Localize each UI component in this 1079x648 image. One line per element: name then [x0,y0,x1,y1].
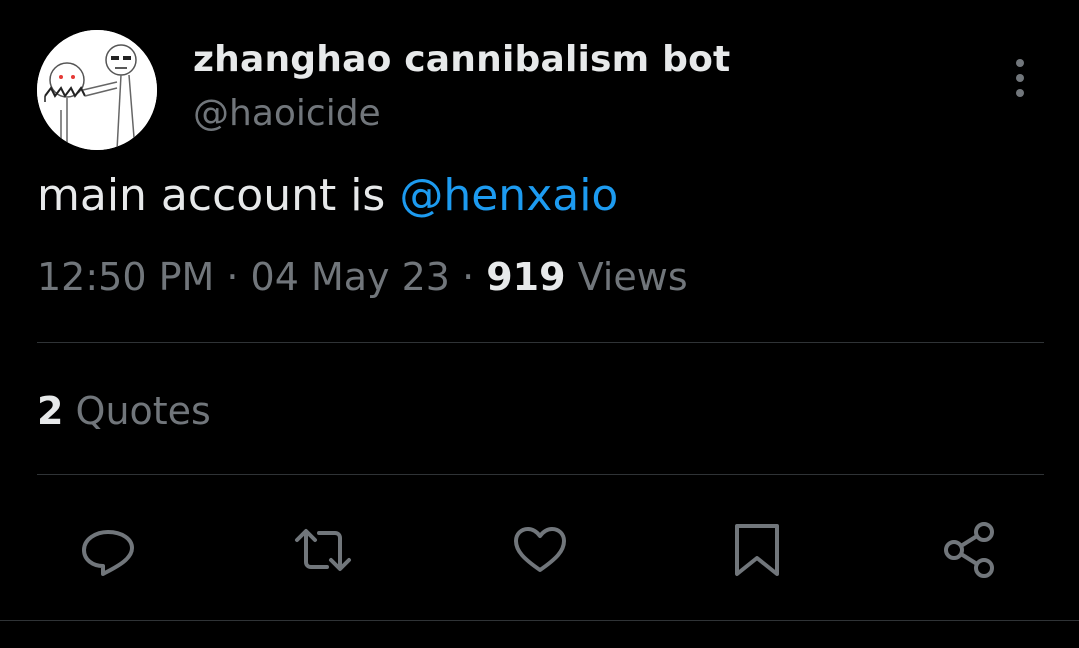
display-name[interactable]: zhanghao cannibalism bot [193,39,730,80]
like-button[interactable] [510,520,570,580]
meta-separator: · [449,255,487,299]
tweet-date[interactable]: 04 May 23 [251,255,450,299]
divider [37,342,1044,343]
quotes-label: Quotes [63,389,211,433]
bookmark-icon [735,524,779,576]
quotes-link[interactable]: 2 Quotes [37,389,211,433]
share-button[interactable] [940,520,1000,580]
reply-button[interactable] [78,520,138,580]
views-label: Views [565,255,688,299]
bookmark-button[interactable] [727,520,787,580]
avatar[interactable] [37,30,157,150]
retweet-button[interactable] [293,520,353,580]
share-icon [944,522,994,578]
divider [37,474,1044,475]
divider [0,620,1079,621]
avatar-drawing [37,30,157,150]
tweet-text-body: main account is [37,170,400,221]
mention-link[interactable]: @henxaio [399,170,618,221]
more-vertical-icon [1016,59,1024,97]
tweet-meta: 12:50 PM · 04 May 23 · 919 Views [37,255,688,299]
more-options-button[interactable] [1000,56,1040,100]
meta-separator: · [214,255,251,299]
tweet-time[interactable]: 12:50 PM [37,255,214,299]
tweet-text: main account is @henxaio [37,170,618,221]
reply-icon [82,530,134,576]
views-count: 919 [486,255,566,299]
quotes-count: 2 [37,389,64,433]
user-handle[interactable]: @haoicide [193,93,381,134]
retweet-icon [295,529,351,571]
heart-icon [514,527,566,572]
